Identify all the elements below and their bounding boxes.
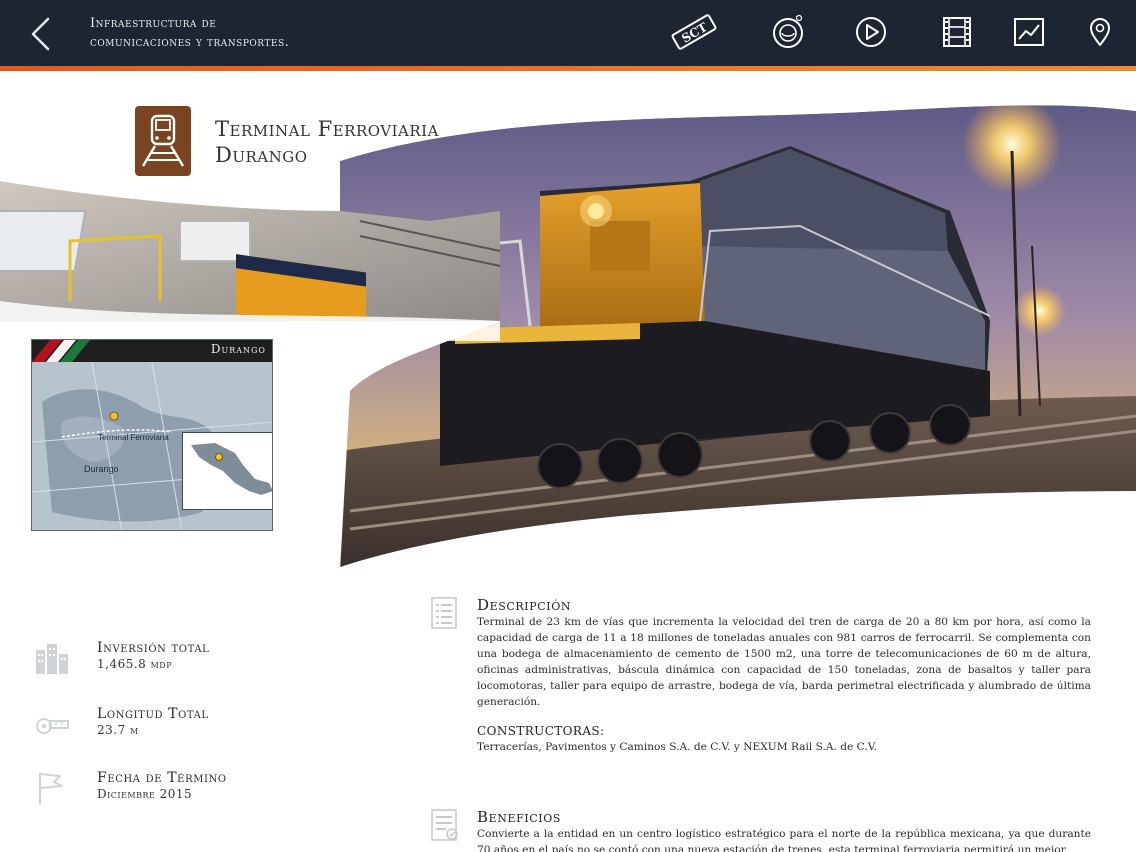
chart-icon [1014, 18, 1044, 46]
buildings-icon [36, 644, 68, 674]
document-list-icon [431, 597, 457, 629]
360-view-icon [773, 14, 803, 48]
measure-tape-icon [36, 718, 69, 734]
benefits-section: Beneficios Convierte a la entidad en un … [430, 808, 1092, 852]
stat-investment-value: 1,465.8 mdp [97, 657, 173, 671]
flag-icon [39, 773, 63, 804]
back-button[interactable] [22, 14, 62, 54]
mexico-outline [191, 443, 272, 495]
stat-length-value: 23.7 m [97, 723, 139, 737]
constructors-body: Terracerías, Pavimentos y Caminos S.A. d… [477, 741, 877, 753]
play-video-button[interactable] [851, 12, 891, 52]
category-badge [135, 106, 191, 176]
mexico-inset-map [183, 433, 272, 509]
back-arrow-icon [31, 17, 50, 51]
app-title-line1: Infraestructura de [90, 16, 217, 31]
location-button[interactable] [1080, 12, 1120, 52]
description-title: Descripción [477, 596, 572, 614]
map-city-label: Durango [84, 464, 119, 474]
map-header-ribbon [32, 340, 90, 362]
play-video-icon [856, 17, 886, 47]
location-pin-icon [1090, 18, 1110, 46]
description-body: Terminal de 23 km de vías que incrementa… [477, 616, 1091, 708]
film-gallery-button[interactable] [937, 12, 977, 52]
stat-length-label: Longitud Total [97, 706, 209, 722]
app-title-line2: comunicaciones y transportes. [90, 35, 290, 50]
checklist-icon [431, 809, 458, 841]
benefits-body: Convierte a la entidad en un centro logí… [477, 828, 1091, 852]
360-view-button[interactable] [768, 12, 808, 52]
project-title-line2: Durango [215, 143, 308, 167]
description-section: Descripción Terminal de 23 km de vías qu… [430, 596, 1092, 766]
map-header: Durango [32, 340, 272, 362]
project-title-line1: Terminal Ferroviaria [215, 117, 439, 141]
stat-end-date-label: Fecha de Término [97, 770, 227, 786]
benefits-title: Beneficios [477, 808, 562, 826]
app-title: Infraestructura de comunicaciones y tran… [90, 14, 289, 52]
film-icon [943, 17, 971, 47]
location-map[interactable]: Durango Terminal Ferroviaria Durango [31, 339, 273, 531]
stat-investment-label: Inversión total [97, 640, 210, 656]
map-site-label: Terminal Ferroviaria [98, 433, 169, 442]
sct-logo-icon: SCT [671, 14, 717, 50]
railway-icon [141, 114, 185, 167]
map-title: Durango [210, 342, 266, 356]
top-bar: Infraestructura de comunicaciones y tran… [0, 0, 1136, 66]
statistics-button[interactable] [1009, 12, 1049, 52]
project-title: Terminal Ferroviaria Durango [215, 116, 439, 168]
stat-end-date-value: Diciembre 2015 [97, 787, 193, 801]
sct-logo-button[interactable]: SCT [668, 12, 720, 52]
constructors-title: CONSTRUCTORAS: [477, 724, 605, 738]
